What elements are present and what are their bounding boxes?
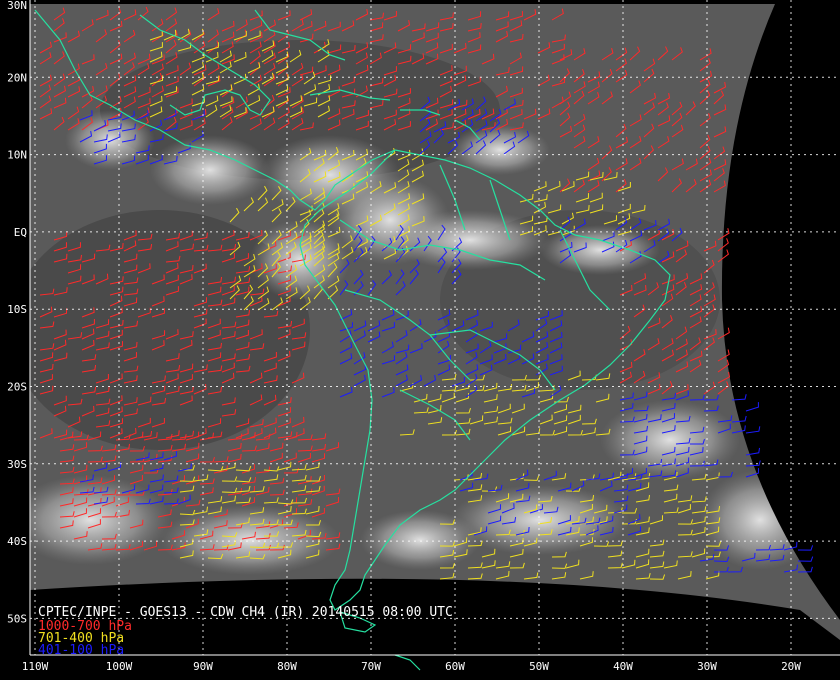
lat-label: 20S (7, 381, 27, 394)
lon-label: 100W (106, 660, 133, 673)
lon-label: 70W (361, 660, 381, 673)
lat-label: 30S (7, 458, 27, 471)
caption-title: CPTEC/INPE - GOES13 - CDW CH4 (IR) 20140… (38, 605, 453, 620)
lon-label: 30W (697, 660, 717, 673)
lon-label: 40W (613, 660, 633, 673)
lon-label: 60W (445, 660, 465, 673)
lon-label: 90W (193, 660, 213, 673)
lat-label: 50S (7, 612, 27, 625)
lon-label: 110W (22, 660, 49, 673)
lat-label: EQ (14, 226, 27, 239)
lon-label: 50W (529, 660, 549, 673)
satellite-wind-map: 30N 20N 10N EQ 10S 20S 30S 40S 50S 110W 100W 90W 80… (0, 0, 840, 680)
lon-label: 80W (277, 660, 297, 673)
lat-label: 30N (7, 0, 27, 12)
lat-label: 10S (7, 303, 27, 316)
lat-label: 40S (7, 535, 27, 548)
legend-high-level: 401-100 hPa (38, 643, 124, 658)
lon-label: 20W (781, 660, 801, 673)
lat-label: 20N (7, 71, 27, 84)
lat-label: 10N (7, 149, 27, 162)
